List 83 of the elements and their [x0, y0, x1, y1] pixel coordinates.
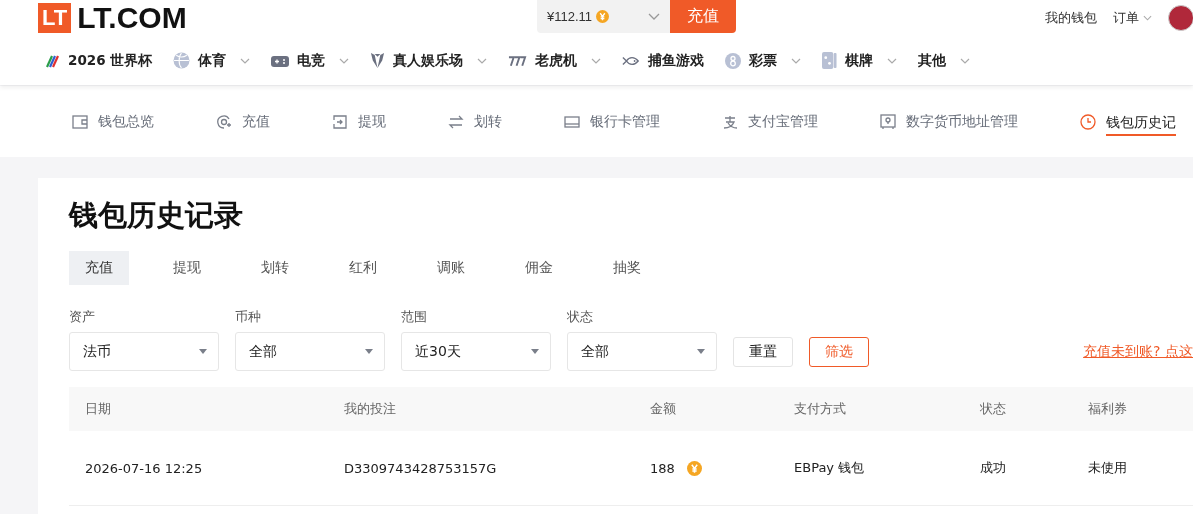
history-tab[interactable]: 佣金: [509, 251, 569, 285]
wallet-nav-tab[interactable]: 提现: [332, 106, 386, 137]
balance-dropdown[interactable]: ¥112.11: [537, 0, 670, 33]
nav-item[interactable]: 彩票: [725, 51, 802, 70]
chevron-down-icon: [648, 12, 660, 21]
header-link[interactable]: 订单: [1113, 9, 1152, 27]
withdraw-icon: [332, 113, 348, 130]
caret-icon: [199, 349, 207, 354]
wallet-nav-tab[interactable]: 划转: [448, 106, 502, 137]
clock-icon: [1080, 113, 1096, 130]
transfer-icon: [448, 113, 464, 130]
reset-button[interactable]: 重置: [733, 336, 793, 367]
column-header: 金额: [650, 400, 677, 418]
card-icon: [564, 113, 580, 130]
page-title: 钱包历史记录: [69, 197, 244, 234]
column-header: 我的投注: [344, 400, 397, 418]
fish-icon: [622, 54, 641, 67]
nav-item[interactable]: 电竞: [271, 51, 350, 70]
history-tab[interactable]: 划转: [245, 251, 305, 285]
wallet-nav-tab[interactable]: 数字货币地址管理: [880, 106, 1018, 137]
sevens-icon: [508, 54, 528, 67]
filter-label: 币种: [235, 308, 262, 326]
caret-icon: [531, 349, 539, 354]
column-header: 福利券: [1088, 400, 1128, 418]
wallet-nav-tab[interactable]: 支付宝管理: [722, 106, 818, 137]
caret-icon: [697, 349, 705, 354]
coin-icon: [686, 460, 702, 476]
filter-label: 资产: [69, 308, 96, 326]
wallet-nav-tab[interactable]: 钱包历史记: [1080, 107, 1176, 136]
alipay-icon: [722, 113, 738, 130]
dice-icon: [822, 52, 838, 69]
chevron-down-icon: [1143, 15, 1152, 21]
tuxedo-icon: [370, 52, 386, 69]
chevron-down-icon: [477, 57, 488, 64]
filter-label: 状态: [567, 308, 594, 326]
filter-select[interactable]: 法币: [69, 332, 219, 371]
table-cell-text: 2026-07-16 12:25: [84, 460, 204, 476]
nav-item[interactable]: 2026 世界杯: [44, 51, 153, 70]
chevron-down-icon: [960, 57, 971, 64]
history-tab[interactable]: 调账: [421, 251, 481, 285]
filter-select[interactable]: 全部: [567, 332, 717, 371]
nav-item[interactable]: 其他: [918, 51, 971, 70]
ball-icon: [725, 52, 742, 69]
table-cell-text: D3309743428753157G: [344, 460, 498, 476]
nav-item[interactable]: 体育: [173, 51, 251, 70]
avatar[interactable]: [1168, 5, 1193, 31]
safe-icon: [880, 113, 896, 130]
logo-text[interactable]: LT.COM: [77, 1, 187, 35]
chevron-down-icon: [240, 57, 251, 64]
chevron-down-icon: [591, 57, 602, 64]
table-cell-text: 未使用: [1088, 459, 1128, 477]
wallet-nav-tab[interactable]: 充值: [216, 106, 270, 137]
nav-item[interactable]: 棋牌: [822, 51, 898, 70]
column-header: 状态: [980, 400, 1007, 418]
filter-select[interactable]: 全部: [235, 332, 385, 371]
history-tab[interactable]: 提现: [157, 251, 217, 285]
chevron-down-icon: [791, 57, 802, 64]
help-link[interactable]: 充值未到账? 点这: [1083, 332, 1193, 371]
caret-icon: [365, 349, 373, 354]
nav-item[interactable]: 真人娱乐场: [370, 51, 488, 70]
column-header: 日期: [84, 400, 112, 418]
ball-icon: [173, 52, 191, 69]
column-header: 支付方式: [794, 400, 847, 418]
wallet-icon: [72, 113, 88, 130]
deposit-icon: [216, 113, 232, 130]
filter-label: 范围: [401, 308, 428, 326]
table-cell: 188: [650, 460, 675, 476]
filter-button[interactable]: 筛选: [809, 336, 869, 367]
coin-icon: [596, 10, 610, 23]
chevron-down-icon: [339, 57, 350, 64]
history-tab[interactable]: 红利: [333, 251, 393, 285]
filter-select[interactable]: 近30天: [401, 332, 551, 371]
nav-item[interactable]: 老虎机: [508, 51, 602, 70]
gamepad-icon: [271, 53, 290, 68]
history-tab[interactable]: 抽奖: [597, 251, 657, 285]
history-tab[interactable]: 充值: [69, 251, 129, 285]
nav-item[interactable]: 捕鱼游戏: [622, 51, 705, 70]
wallet-nav-tab[interactable]: 银行卡管理: [564, 106, 660, 137]
header-link[interactable]: 我的钱包: [1045, 9, 1097, 27]
table-cell-text: EBPay 钱包: [794, 459, 866, 477]
wallet-nav-tab[interactable]: 钱包总览: [72, 106, 154, 137]
chevron-down-icon: [887, 57, 898, 64]
table-cell-text: 成功: [980, 459, 1007, 477]
